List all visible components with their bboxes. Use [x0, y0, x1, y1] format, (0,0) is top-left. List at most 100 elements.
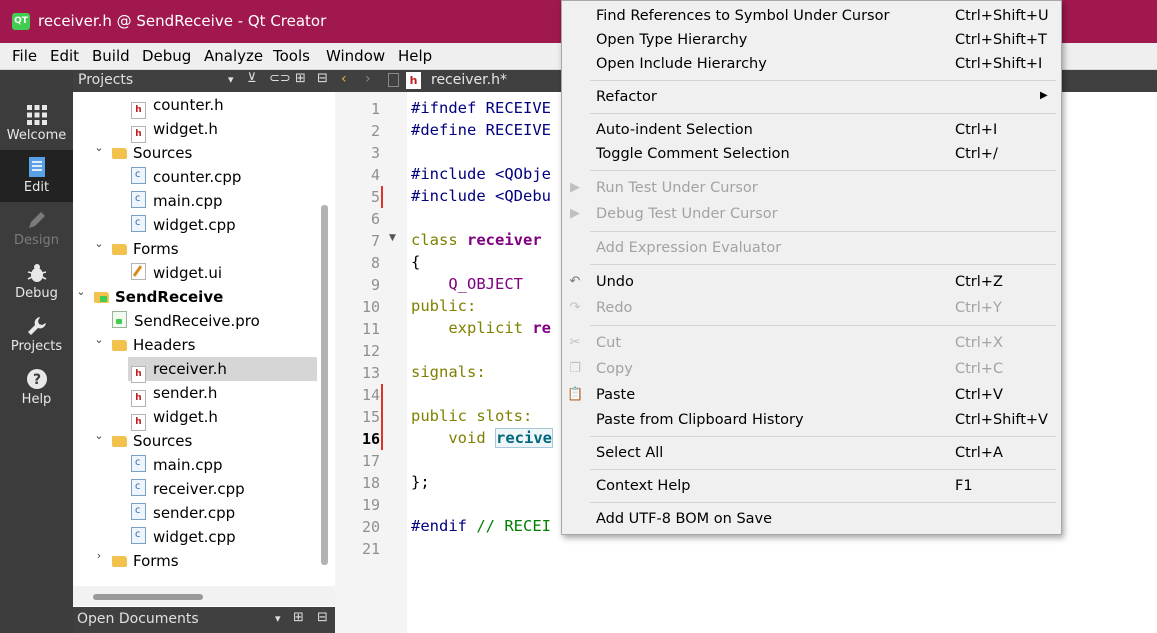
tree-item[interactable]: widget.cpp	[131, 523, 236, 549]
code-line: #ifndef RECEIVE	[411, 99, 551, 117]
chevron-down-icon[interactable]: ⌄	[94, 429, 104, 453]
chevron-down-icon[interactable]: ▾	[228, 73, 234, 86]
menu-build[interactable]: Build	[92, 47, 130, 65]
chevron-down-icon[interactable]: ▾	[275, 612, 281, 625]
chevron-down-icon[interactable]: ⌄	[94, 141, 104, 165]
mode-label: Debug	[15, 286, 58, 301]
bug-icon	[27, 264, 46, 282]
mode-projects[interactable]: Projects	[0, 309, 73, 361]
lock-icon	[388, 73, 399, 87]
tree-item[interactable]: main.cpp	[131, 451, 223, 477]
menu-item-redo[interactable]: ↷ Redo Ctrl+Y	[562, 297, 1061, 321]
tree-item[interactable]: widget.cpp	[131, 211, 236, 237]
menu-item-undo[interactable]: ↶ Undo Ctrl+Z	[562, 271, 1061, 295]
tree-item[interactable]: h sender.h	[131, 381, 217, 407]
tree-folder[interactable]: Forms	[112, 237, 179, 261]
menu-item-open-include-hierarchy[interactable]: Open Include Hierarchy Ctrl+Shift+I	[562, 53, 1061, 77]
menu-debug[interactable]: Debug	[142, 47, 191, 65]
filter-icon[interactable]: ⊻	[247, 71, 257, 86]
menu-window[interactable]: Window	[326, 47, 385, 65]
cpp-file-icon	[131, 163, 146, 187]
code-line: Q_OBJECT	[411, 275, 523, 293]
editor-tab-label[interactable]: receiver.h*	[431, 72, 507, 88]
paste-icon: 📋	[567, 387, 584, 402]
tree-item[interactable]: receiver.cpp	[131, 475, 245, 501]
menu-item-copy[interactable]: ❐ Copy Ctrl+C	[562, 358, 1061, 382]
menu-item-find-references[interactable]: Find References to Symbol Under Cursor Ct…	[562, 5, 1061, 29]
back-arrow-icon[interactable]: ‹	[341, 71, 347, 87]
split-icon[interactable]: ⊞	[293, 610, 304, 625]
mode-help[interactable]: ? Help	[0, 362, 73, 414]
mode-design[interactable]: Design	[0, 203, 73, 255]
menu-item-run-test[interactable]: ▶ Run Test Under Cursor	[562, 177, 1061, 201]
menu-item-toggle-comment[interactable]: Toggle Comment Selection Ctrl+/	[562, 143, 1061, 167]
line-number: 11	[361, 320, 380, 338]
close-pane-icon[interactable]: ⊟	[317, 71, 328, 86]
tree-item[interactable]: widget.ui	[131, 261, 222, 285]
context-menu: Find References to Symbol Under Cursor Ct…	[561, 0, 1062, 535]
tree-folder[interactable]: Headers	[112, 333, 195, 357]
tree-item[interactable]: counter.cpp	[131, 163, 241, 189]
line-number: 9	[370, 276, 380, 294]
tree-horizontal-scrollbar[interactable]	[93, 594, 203, 600]
tree-item[interactable]: sender.cpp	[131, 499, 235, 525]
menu-item-auto-indent[interactable]: Auto-indent Selection Ctrl+I	[562, 119, 1061, 143]
chevron-right-icon[interactable]: ›	[94, 549, 104, 573]
forward-arrow-icon[interactable]: ›	[365, 71, 371, 87]
change-marker	[381, 384, 383, 450]
fold-arrow-icon[interactable]: ▼	[389, 233, 396, 243]
projects-title[interactable]: Projects	[78, 72, 133, 88]
tree-item[interactable]: h counter.h	[131, 93, 224, 119]
menu-item-paste-from-history[interactable]: Paste from Clipboard History Ctrl+Shift+V	[562, 409, 1061, 433]
code-line: public slots:	[411, 407, 533, 425]
menu-item-paste[interactable]: 📋 Paste Ctrl+V	[562, 384, 1061, 408]
mode-debug[interactable]: Debug	[0, 256, 73, 308]
menu-item-debug-test[interactable]: ▶ Debug Test Under Cursor	[562, 203, 1061, 227]
cpp-file-icon	[131, 499, 146, 523]
chevron-down-icon[interactable]: ⌄	[94, 333, 104, 357]
tree-item-selected[interactable]: h receiver.h	[128, 357, 317, 383]
split-icon[interactable]: ⊞	[295, 71, 306, 86]
menu-analyze[interactable]: Analyze	[204, 47, 263, 65]
link-icon[interactable]: ⊂⊃	[269, 71, 291, 86]
menu-item-cut[interactable]: ✂ Cut Ctrl+X	[562, 332, 1061, 356]
open-documents-title[interactable]: Open Documents	[77, 611, 199, 627]
line-number: 10	[361, 298, 380, 316]
tree-item[interactable]: h widget.h	[131, 405, 218, 431]
chevron-down-icon[interactable]: ⌄	[76, 285, 86, 309]
svg-text:?: ?	[32, 372, 40, 388]
menu-item-refactor[interactable]: Refactor ▶	[562, 86, 1061, 110]
tree-project[interactable]: SendReceive	[94, 285, 223, 309]
menu-edit[interactable]: Edit	[50, 47, 79, 65]
menu-item-select-all[interactable]: Select All Ctrl+A	[562, 442, 1061, 466]
menu-item-add-expression-evaluator[interactable]: Add Expression Evaluator	[562, 237, 1061, 261]
close-pane-icon[interactable]: ⊟	[317, 610, 328, 625]
tree-item[interactable]: main.cpp	[131, 187, 223, 213]
debug-run-icon: ▶	[570, 206, 580, 221]
line-number: 21	[361, 540, 380, 558]
line-number: 7	[370, 232, 380, 250]
menu-tools[interactable]: Tools	[273, 47, 310, 65]
menu-item-add-utf8-bom[interactable]: Add UTF-8 BOM on Save	[562, 508, 1061, 532]
mode-edit[interactable]: Edit	[0, 150, 73, 202]
tree-folder[interactable]: Forms	[112, 549, 179, 573]
line-number: 2	[370, 122, 380, 140]
project-folder-icon	[94, 292, 109, 303]
mode-sidebar: Welcome Edit Design Debug Projects ? Hel…	[0, 70, 73, 633]
code-line: #include <QObje	[411, 165, 551, 183]
menu-item-open-type-hierarchy[interactable]: Open Type Hierarchy Ctrl+Shift+T	[562, 29, 1061, 53]
tree-folder[interactable]: Sources	[112, 141, 192, 165]
menu-item-context-help[interactable]: Context Help F1	[562, 475, 1061, 499]
run-icon: ▶	[570, 180, 580, 195]
menu-file[interactable]: File	[12, 47, 37, 65]
menu-help[interactable]: Help	[398, 47, 432, 65]
tree-vertical-scrollbar[interactable]	[321, 205, 328, 565]
tree-folder[interactable]: Sources	[112, 429, 192, 453]
qt-logo-icon: QT	[12, 13, 30, 30]
mode-welcome[interactable]: Welcome	[0, 98, 73, 150]
menu-separator	[590, 325, 1056, 326]
chevron-down-icon[interactable]: ⌄	[94, 237, 104, 261]
tree-item[interactable]: SendReceive.pro	[112, 309, 260, 333]
cpp-file-icon	[131, 523, 146, 547]
tree-item[interactable]: h widget.h	[131, 117, 218, 143]
